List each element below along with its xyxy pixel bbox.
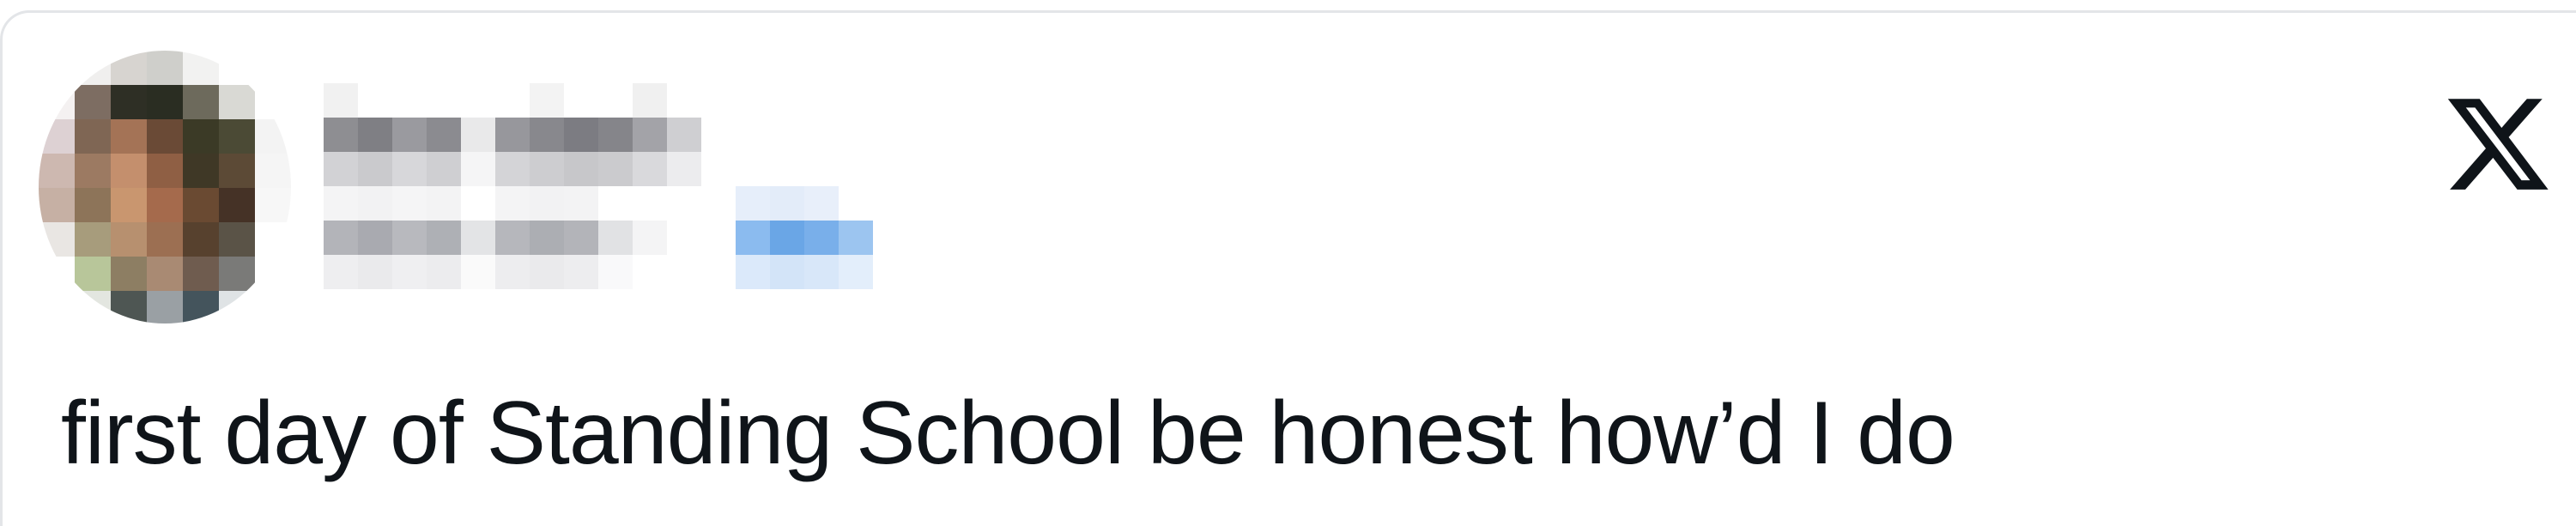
tweet-text: first day of Standing School be honest h…	[61, 384, 1955, 483]
author-name-line-2	[324, 152, 701, 186]
x-logo-icon[interactable]	[2442, 88, 2554, 200]
author-name-line[interactable]	[324, 118, 701, 152]
avatar[interactable]	[39, 51, 291, 323]
author-handle-bottom	[324, 255, 873, 289]
author-handle[interactable]	[324, 221, 873, 255]
author-handle-top	[324, 186, 873, 221]
tweet-card: first day of Standing School be honest h…	[0, 10, 2576, 526]
author-name[interactable]	[324, 83, 701, 118]
